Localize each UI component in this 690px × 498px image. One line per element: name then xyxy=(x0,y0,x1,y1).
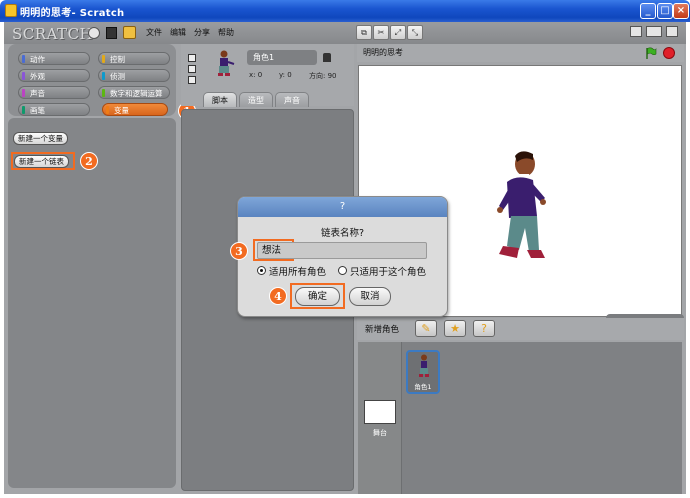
paint-sprite-icon[interactable]: ✎ xyxy=(415,320,437,337)
ok-button[interactable]: 确定 xyxy=(295,287,340,306)
category-label: 侦测 xyxy=(110,72,125,81)
radio-all-sprites[interactable] xyxy=(257,266,266,275)
menubar: SCRATCH 文件 编辑 分享 帮助 ⧉ ✂ ⤢ ⤡ xyxy=(4,22,686,44)
stage-label: 舞台 xyxy=(373,429,387,437)
category-motion[interactable]: 动作 xyxy=(18,52,90,65)
sprite-name-field[interactable]: 角色1 xyxy=(247,50,317,65)
presentation-mode-icon[interactable] xyxy=(666,26,678,37)
dialog-prompt: 链表名称? xyxy=(320,228,365,239)
new-variable-button[interactable]: 新建一个变量 xyxy=(13,132,68,145)
sprite-y: y: 0 xyxy=(279,71,292,79)
list-name-input[interactable]: 想法 xyxy=(257,242,427,259)
sprite-card-label: 角色1 xyxy=(414,383,432,391)
save-icon[interactable] xyxy=(106,27,117,39)
category-label: 动作 xyxy=(30,55,45,64)
random-sprite-icon[interactable]: ? xyxy=(473,320,495,337)
stage-column: 舞台 xyxy=(358,342,402,494)
sprite-direction: 方向: 90 xyxy=(309,72,337,80)
category-label: 数字和逻辑运算 xyxy=(110,89,163,98)
stage-thumbnail[interactable] xyxy=(364,400,396,424)
small-stage-icon[interactable] xyxy=(630,26,642,37)
sprite-card[interactable]: 角色1 xyxy=(406,350,440,394)
menu-file[interactable]: 文件 xyxy=(146,27,162,38)
category-color-bar xyxy=(102,55,105,63)
callout-4: 4 xyxy=(269,287,287,305)
category-color-bar xyxy=(22,106,25,114)
normal-stage-icon[interactable] xyxy=(646,26,662,37)
shrink-icon[interactable]: ⤡ xyxy=(407,25,423,40)
stage-header: 明明的思考 xyxy=(357,44,684,62)
category-sensing[interactable]: 侦测 xyxy=(98,69,170,82)
category-color-bar xyxy=(22,55,25,63)
green-flag-icon[interactable] xyxy=(645,47,657,59)
menu-edit[interactable]: 编辑 xyxy=(170,27,186,38)
category-variables[interactable]: 变量 xyxy=(102,103,168,116)
callout-3: 3 xyxy=(230,242,248,260)
dialog-titlebar: ? xyxy=(238,197,447,217)
minimize-icon[interactable]: _ xyxy=(640,3,656,19)
no-rotate-icon[interactable] xyxy=(188,76,196,84)
new-sprite-label: 新增角色 xyxy=(365,325,400,335)
scratch-app-icon xyxy=(5,4,17,17)
stop-icon[interactable] xyxy=(663,47,675,59)
category-panel: 动作 控制 外观 侦测 声音 数字和逻辑运算 画笔 变量 1 xyxy=(8,44,196,120)
category-label: 声音 xyxy=(30,89,45,98)
block-palette: 新建一个变量 新建一个链表 2 xyxy=(8,118,176,488)
category-color-bar xyxy=(22,72,25,80)
category-color-bar xyxy=(102,89,105,97)
category-label: 画笔 xyxy=(30,106,45,115)
new-sprite-bar: 新增角色 ✎ ★ ? xyxy=(357,318,684,340)
close-icon[interactable]: × xyxy=(673,3,689,19)
category-label: 变量 xyxy=(114,106,129,115)
rotate-all-icon[interactable] xyxy=(188,54,196,62)
duplicate-icon[interactable]: ⧉ xyxy=(356,25,372,40)
sprite-list: 舞台 角色1 xyxy=(358,342,682,494)
new-list-dialog: ? 链表名称? 想法 3 适用所有角色 只适用于这个角色 确定 取消 4 xyxy=(230,196,448,317)
maximize-icon[interactable]: □ xyxy=(657,3,673,19)
radio-this-sprite-label: 只适用于这个角色 xyxy=(350,267,427,278)
sprite-info-panel: 角色1 x: 0 y: 0 方向: 90 脚本 造型 声音 xyxy=(181,44,354,107)
category-control[interactable]: 控制 xyxy=(98,52,170,65)
category-operators[interactable]: 数字和逻辑运算 xyxy=(98,86,170,99)
choose-sprite-icon[interactable]: ★ xyxy=(444,320,466,337)
scratch-logo: SCRATCH xyxy=(12,25,94,43)
category-label: 外观 xyxy=(30,72,45,81)
lock-icon[interactable] xyxy=(323,53,331,62)
tab-sounds[interactable]: 声音 xyxy=(275,92,309,107)
tab-costumes[interactable]: 造型 xyxy=(239,92,273,107)
radio-this-sprite[interactable] xyxy=(338,266,347,275)
delete-icon[interactable]: ✂ xyxy=(373,25,389,40)
new-list-button[interactable]: 新建一个链表 xyxy=(14,155,69,168)
sprite-thumbnail xyxy=(218,50,235,76)
window-titlebar: 明明的思考- Scratch _ □ × xyxy=(0,0,690,22)
window-title: 明明的思考- Scratch xyxy=(20,8,125,19)
category-pen[interactable]: 画笔 xyxy=(18,103,90,116)
menu-share[interactable]: 分享 xyxy=(194,27,210,38)
globe-icon[interactable] xyxy=(88,27,100,39)
cancel-button[interactable]: 取消 xyxy=(349,287,391,306)
grow-icon[interactable]: ⤢ xyxy=(390,25,406,40)
category-looks[interactable]: 外观 xyxy=(18,69,90,82)
category-color-bar xyxy=(22,89,25,97)
category-sound[interactable]: 声音 xyxy=(18,86,90,99)
tab-scripts[interactable]: 脚本 xyxy=(203,92,237,107)
sprite-card-thumbnail xyxy=(419,354,429,377)
callout-2: 2 xyxy=(80,152,98,170)
category-label: 控制 xyxy=(110,55,125,64)
category-color-bar xyxy=(102,72,105,80)
menu-help[interactable]: 帮助 xyxy=(218,27,234,38)
boy-sprite[interactable] xyxy=(489,146,553,272)
flip-horizontal-icon[interactable] xyxy=(188,65,196,73)
category-color-bar xyxy=(106,106,109,114)
sprite-x: x: 0 xyxy=(249,71,263,79)
share-icon[interactable] xyxy=(123,26,136,39)
project-title: 明明的思考 xyxy=(363,48,403,57)
radio-all-sprites-label: 适用所有角色 xyxy=(269,267,327,278)
